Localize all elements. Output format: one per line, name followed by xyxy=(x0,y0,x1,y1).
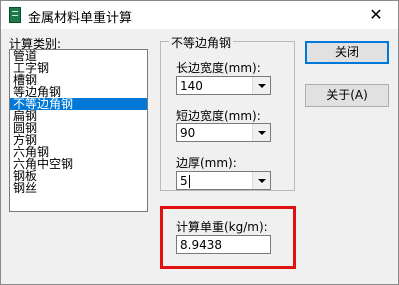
long-edge-value: 140 xyxy=(180,79,203,93)
window-title: 金属材料单重计算 xyxy=(28,11,133,26)
chevron-down-icon[interactable] xyxy=(252,172,270,189)
close-button[interactable]: 关闭 xyxy=(305,41,389,64)
thickness-value: 5 xyxy=(180,174,190,188)
title-bar: 金属材料单重计算 ✕ xyxy=(1,1,398,29)
category-listbox[interactable]: 管道 工字钢 槽钢 等边角钢 不等边角钢 扁钢 圆钢 方钢 六角钢 六角中空钢 钢板 钢丝 xyxy=(9,49,148,212)
thickness-combo[interactable]: 5 xyxy=(176,171,271,190)
app-icon xyxy=(9,7,21,23)
result-field[interactable]: 8.9438 xyxy=(176,235,271,254)
result-label: 计算单重(kg/m): xyxy=(176,220,268,234)
short-edge-label: 短边宽度(mm): xyxy=(176,109,261,123)
text-caret xyxy=(188,175,190,188)
chevron-down-icon[interactable] xyxy=(252,77,270,94)
groupbox-title: 不等边角钢 xyxy=(169,34,234,51)
long-edge-combo[interactable]: 140 xyxy=(176,76,271,95)
close-window-icon[interactable]: ✕ xyxy=(354,1,398,29)
list-item[interactable]: 钢丝 xyxy=(10,182,147,194)
thickness-label: 边厚(mm): xyxy=(176,156,237,170)
short-edge-value: 90 xyxy=(180,126,196,140)
short-edge-combo[interactable]: 90 xyxy=(176,123,271,142)
chevron-down-icon[interactable] xyxy=(252,124,270,141)
long-edge-label: 长边宽度(mm): xyxy=(176,61,261,75)
result-value: 8.9438 xyxy=(180,238,222,252)
about-button[interactable]: 关于(A) xyxy=(305,84,389,107)
